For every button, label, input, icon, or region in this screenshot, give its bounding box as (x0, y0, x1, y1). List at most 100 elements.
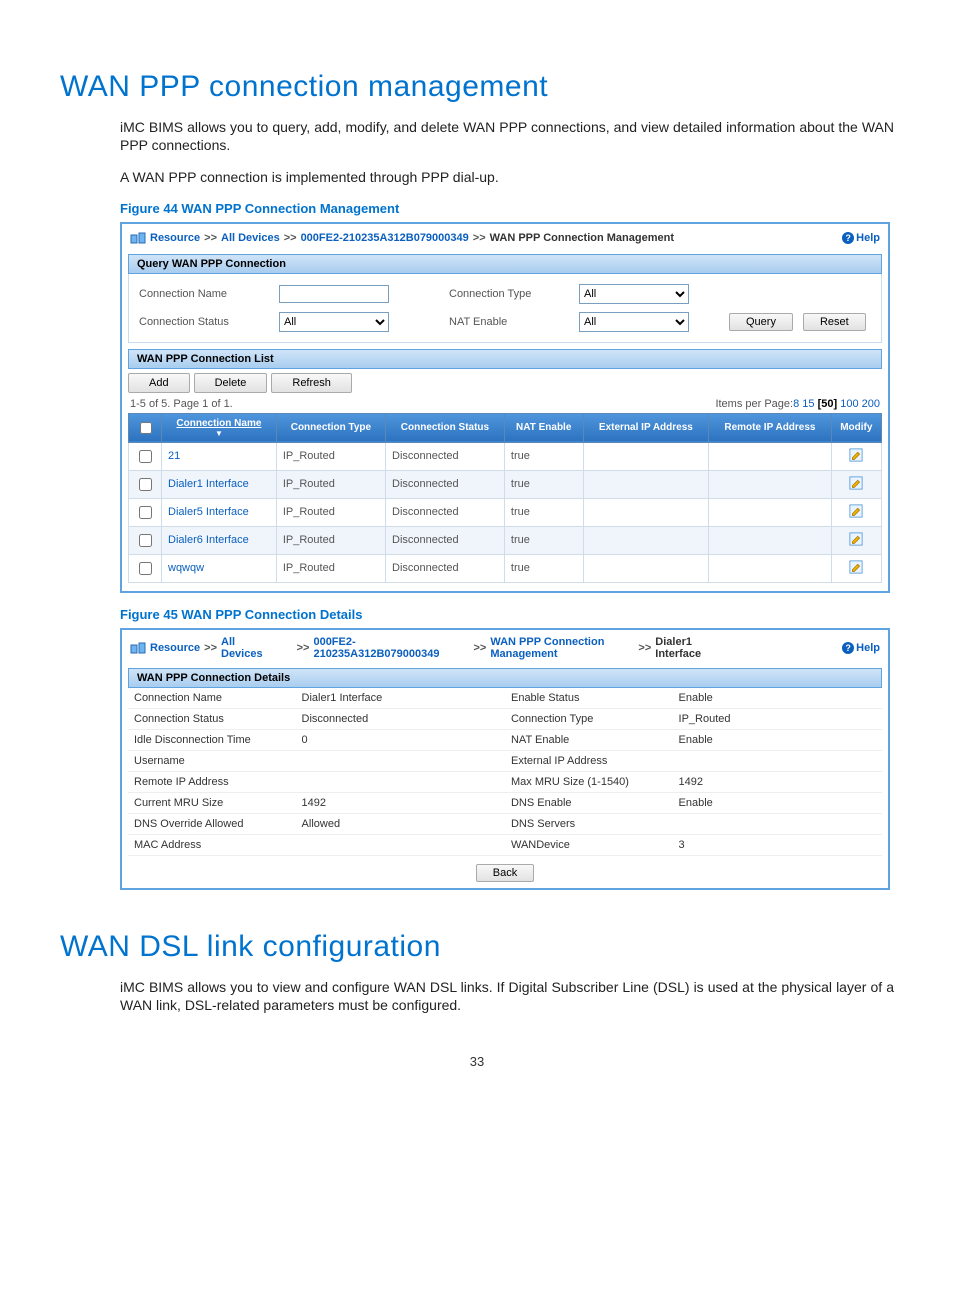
ipp-200[interactable]: 200 (862, 398, 880, 410)
label: External IP Address (505, 750, 673, 771)
value: Disconnected (296, 708, 505, 729)
col-external-ip[interactable]: External IP Address (583, 413, 709, 442)
breadcrumb-management[interactable]: WAN PPP Connection Management (490, 636, 604, 660)
figure-44-caption: Figure 44 WAN PPP Connection Management (120, 201, 894, 216)
ipp-15[interactable]: 15 (802, 398, 814, 410)
back-button[interactable]: Back (476, 864, 534, 882)
value (673, 813, 882, 834)
paragraph: A WAN PPP connection is implemented thro… (120, 168, 894, 186)
breadcrumb-all-devices[interactable]: All Devices (221, 636, 263, 660)
value (296, 834, 505, 855)
resource-icon (130, 640, 146, 656)
cell-status: Disconnected (386, 498, 505, 526)
add-button[interactable]: Add (128, 373, 190, 393)
connection-name-input[interactable] (279, 285, 389, 303)
row-checkbox[interactable] (139, 506, 152, 519)
cell-remote (709, 554, 831, 582)
reset-button[interactable]: Reset (803, 313, 866, 331)
query-button[interactable]: Query (729, 313, 793, 331)
value (296, 771, 505, 792)
table-row: Dialer6 InterfaceIP_RoutedDisconnectedtr… (129, 526, 882, 554)
cell-remote (709, 526, 831, 554)
breadcrumb-resource[interactable]: Resource (150, 232, 200, 244)
value: Dialer1 Interface (296, 688, 505, 709)
row-checkbox[interactable] (139, 534, 152, 547)
page-info: 1-5 of 5. Page 1 of 1. (130, 398, 233, 410)
breadcrumb-device[interactable]: 000FE2-210235A312B079000349 (301, 232, 469, 244)
cell-remote (709, 442, 831, 470)
breadcrumb-sep: >> (297, 642, 310, 654)
connection-name-link[interactable]: Dialer5 Interface (168, 506, 249, 518)
help-link[interactable]: ? Help (842, 232, 880, 244)
col-connection-type[interactable]: Connection Type (276, 413, 385, 442)
col-modify: Modify (831, 413, 881, 442)
col-nat-enable[interactable]: NAT Enable (504, 413, 583, 442)
refresh-button[interactable]: Refresh (271, 373, 352, 393)
cell-nat: true (504, 498, 583, 526)
connection-name-link[interactable]: 21 (168, 450, 180, 462)
connection-status-select[interactable]: All (279, 312, 389, 332)
connection-name-link[interactable]: Dialer1 Interface (168, 478, 249, 490)
connection-name-link[interactable]: wqwqw (168, 562, 204, 574)
connection-type-select[interactable]: All (579, 284, 689, 304)
col-connection-name[interactable]: Connection Name▼ (162, 413, 277, 442)
col-connection-status[interactable]: Connection Status (386, 413, 505, 442)
label: Max MRU Size (1-1540) (505, 771, 673, 792)
cell-nat: true (504, 554, 583, 582)
breadcrumb-sep: >> (638, 642, 651, 654)
modify-icon[interactable] (849, 504, 863, 518)
label: DNS Enable (505, 792, 673, 813)
table-row: wqwqwIP_RoutedDisconnectedtrue (129, 554, 882, 582)
resource-icon (130, 230, 146, 246)
modify-icon[interactable] (849, 476, 863, 490)
label: Connection Status (128, 708, 296, 729)
list-section-header: WAN PPP Connection List (128, 349, 882, 369)
cell-type: IP_Routed (276, 498, 385, 526)
connection-status-label: Connection Status (139, 316, 269, 328)
col-remote-ip[interactable]: Remote IP Address (709, 413, 831, 442)
details-section-header: WAN PPP Connection Details (128, 668, 882, 688)
label: DNS Servers (505, 813, 673, 834)
label: Current MRU Size (128, 792, 296, 813)
row-checkbox[interactable] (139, 450, 152, 463)
help-icon: ? (842, 642, 854, 654)
label: Remote IP Address (128, 771, 296, 792)
delete-button[interactable]: Delete (194, 373, 268, 393)
value: 3 (673, 834, 882, 855)
cell-ext (583, 470, 709, 498)
label: Idle Disconnection Time (128, 729, 296, 750)
connection-name-link[interactable]: Dialer6 Interface (168, 534, 249, 546)
ipp-50[interactable]: [50] (818, 398, 838, 410)
cell-type: IP_Routed (276, 526, 385, 554)
label: Connection Type (505, 708, 673, 729)
cell-nat: true (504, 442, 583, 470)
ipp-8[interactable]: 8 (793, 398, 799, 410)
nat-enable-select[interactable]: All (579, 312, 689, 332)
cell-status: Disconnected (386, 470, 505, 498)
select-all-checkbox[interactable] (140, 422, 152, 434)
connection-type-label: Connection Type (449, 288, 569, 300)
cell-ext (583, 442, 709, 470)
table-row: Dialer5 Interface IP_RoutedDisconnectedtr… (129, 498, 882, 526)
breadcrumb-current: WAN PPP Connection Management (490, 232, 674, 244)
breadcrumb-sep: >> (473, 232, 486, 244)
modify-icon[interactable] (849, 560, 863, 574)
help-link[interactable]: ? Help (842, 642, 880, 654)
value: 1492 (673, 771, 882, 792)
sort-down-icon: ▼ (166, 429, 272, 438)
row-checkbox[interactable] (139, 478, 152, 491)
cell-status: Disconnected (386, 554, 505, 582)
ipp-100[interactable]: 100 (840, 398, 858, 410)
value: 1492 (296, 792, 505, 813)
breadcrumb-device[interactable]: 000FE2- 210235A312B079000349 (313, 636, 439, 660)
breadcrumb-sep: >> (204, 642, 217, 654)
label: MAC Address (128, 834, 296, 855)
modify-icon[interactable] (849, 448, 863, 462)
table-row: 21IP_RoutedDisconnectedtrue (129, 442, 882, 470)
modify-icon[interactable] (849, 532, 863, 546)
cell-type: IP_Routed (276, 442, 385, 470)
breadcrumb-resource[interactable]: Resource (150, 642, 200, 654)
row-checkbox[interactable] (139, 562, 152, 575)
label: Connection Name (128, 688, 296, 709)
breadcrumb-all-devices[interactable]: All Devices (221, 232, 280, 244)
